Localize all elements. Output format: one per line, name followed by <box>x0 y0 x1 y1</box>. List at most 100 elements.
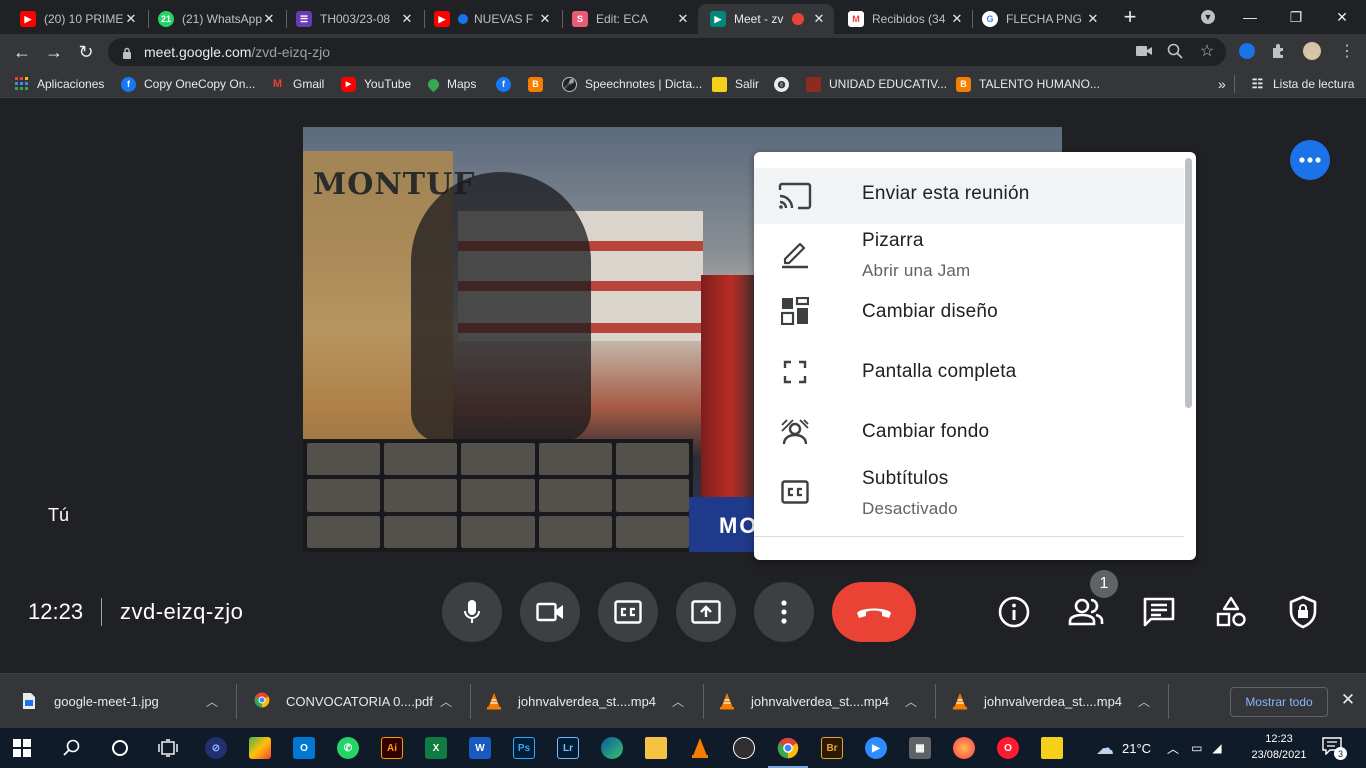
address-bar[interactable]: meet.google.com/zvd-eizq-zjo <box>108 38 1226 66</box>
taskbar-lightroom[interactable]: Lr <box>554 734 582 762</box>
taskbar-search[interactable] <box>58 734 86 762</box>
menu-item-change-layout[interactable]: Cambiar diseño <box>754 286 1184 338</box>
more-options-button[interactable] <box>754 582 814 642</box>
close-icon[interactable]: ✕ <box>538 11 552 27</box>
bookmark-globe[interactable]: ◍ <box>774 75 797 93</box>
close-icon[interactable]: ✕ <box>262 11 276 27</box>
leave-call-button[interactable] <box>832 582 916 642</box>
download-item[interactable]: CONVOCATORIA 0....pdf ︿ <box>254 674 464 728</box>
tab-youtube-1[interactable]: ▶ (20) 10 PRIME ✕ <box>8 4 146 34</box>
taskbar-obs[interactable] <box>730 734 758 762</box>
close-icon[interactable]: ✕ <box>1086 11 1100 27</box>
download-item[interactable]: johnvalverdea_st....mp4 ︿ <box>486 674 696 728</box>
tab-youtube-2[interactable]: ▶ NUEVAS F ✕ <box>422 4 560 34</box>
taskbar-firefox[interactable] <box>950 734 978 762</box>
taskbar-sticky-notes[interactable] <box>1038 734 1066 762</box>
bookmark-speechnotes[interactable]: 🎤 Speechnotes | Dicta... <box>562 75 702 93</box>
bookmark-blogger[interactable]: B <box>528 75 551 93</box>
taskbar-word[interactable]: W <box>466 734 494 762</box>
close-icon[interactable]: ✕ <box>676 11 690 27</box>
chevron-up-icon[interactable]: ︿ <box>206 693 218 710</box>
bookmark-star-icon[interactable]: ☆ <box>1198 42 1216 60</box>
cortana-button[interactable] <box>106 734 134 762</box>
microphone-button[interactable] <box>442 582 502 642</box>
close-window-button[interactable]: ✕ <box>1322 4 1362 30</box>
new-tab-button[interactable]: + <box>1110 4 1150 30</box>
taskbar-app[interactable]: ⊘ <box>202 734 230 762</box>
bookmark-unidad-educativa[interactable]: UNIDAD EDUCATIV... <box>806 75 947 93</box>
avatar[interactable] <box>1303 42 1321 60</box>
menu-dots-icon[interactable]: ⋮ <box>1338 42 1356 60</box>
taskbar-excel[interactable]: X <box>422 734 450 762</box>
menu-item-fullscreen[interactable]: Pantalla completa <box>754 346 1184 398</box>
camera-in-use-icon[interactable] <box>1135 42 1153 60</box>
taskbar-outlook[interactable]: O <box>290 734 318 762</box>
back-button[interactable]: ← <box>8 38 36 66</box>
extension-icon[interactable] <box>1238 42 1256 60</box>
task-view-button[interactable] <box>154 734 182 762</box>
bookmark-talento-humano[interactable]: B TALENTO HUMANO... <box>956 75 1100 93</box>
tab-meet[interactable]: ▶ Meet - zv ✕ <box>698 4 834 34</box>
close-icon[interactable]: ✕ <box>400 11 414 27</box>
download-item[interactable]: johnvalverdea_st....mp4 ︿ <box>952 674 1162 728</box>
tab-whatsapp[interactable]: 21 (21) WhatsApp ✕ <box>146 4 284 34</box>
weather-temperature[interactable]: 21°C <box>1122 741 1151 756</box>
bookmark-youtube[interactable]: ▶ YouTube <box>341 75 411 93</box>
tab-google[interactable]: G FLECHA PNG ✕ <box>970 4 1108 34</box>
taskbar-chrome[interactable] <box>768 734 808 768</box>
taskbar-whatsapp[interactable]: ✆ <box>334 734 362 762</box>
chevron-up-icon[interactable]: ︿ <box>905 693 917 710</box>
start-button[interactable] <box>8 734 36 762</box>
menu-item-cast[interactable]: Enviar esta reunión <box>754 168 1184 224</box>
tab-gmail[interactable]: M Recibidos (34 ✕ <box>836 4 972 34</box>
chevron-up-icon[interactable]: ︿ <box>1167 740 1179 757</box>
activities-button[interactable] <box>1213 594 1249 630</box>
wifi-icon[interactable]: ◢ <box>1212 741 1221 755</box>
menu-item-change-background[interactable]: Cambiar fondo <box>754 406 1184 458</box>
taskbar-opera[interactable]: O <box>994 734 1022 762</box>
puzzle-icon[interactable] <box>1270 42 1288 60</box>
taskbar-vlc[interactable] <box>686 734 714 762</box>
restore-button[interactable]: ❐ <box>1276 4 1316 30</box>
tab-forms[interactable]: ☰ TH003/23-08 ✕ <box>284 4 422 34</box>
camera-button[interactable] <box>520 582 580 642</box>
reading-list-button[interactable]: ☷ Lista de lectura <box>1250 75 1355 93</box>
taskbar-bridge[interactable]: Br <box>818 734 846 762</box>
minimize-button[interactable]: — <box>1230 4 1270 30</box>
close-icon[interactable]: ✕ <box>812 11 826 27</box>
bookmark-maps[interactable]: Maps <box>425 75 476 93</box>
taskbar-photoshop[interactable]: Ps <box>510 734 538 762</box>
chevron-up-icon[interactable]: ︿ <box>1138 693 1150 710</box>
menu-scrollbar[interactable] <box>1185 158 1192 408</box>
participants-button[interactable] <box>1068 594 1104 630</box>
reload-button[interactable]: ↻ <box>72 38 100 66</box>
battery-icon[interactable]: ▭ <box>1191 741 1202 755</box>
download-item[interactable]: johnvalverdea_st....mp4 ︿ <box>719 674 929 728</box>
taskbar-illustrator[interactable]: Ai <box>378 734 406 762</box>
tab-sway[interactable]: S Edit: ECA ✕ <box>560 4 698 34</box>
chevron-up-icon[interactable]: ︿ <box>440 693 452 710</box>
notification-center-button[interactable]: 3 <box>1322 737 1347 760</box>
bookmark-copy-onecopy[interactable]: f Copy OneCopy On... <box>121 75 255 93</box>
close-downloads-button[interactable]: ✕ <box>1338 690 1358 710</box>
present-screen-button[interactable] <box>676 582 736 642</box>
weather-cloud-icon[interactable]: ☁ <box>1096 738 1114 759</box>
close-icon[interactable]: ✕ <box>950 11 964 27</box>
taskbar-calculator[interactable]: ▦ <box>906 734 934 762</box>
tile-options-button[interactable] <box>1290 140 1330 180</box>
taskbar-bluestacks[interactable] <box>246 734 274 762</box>
zoom-icon[interactable] <box>1166 42 1184 60</box>
taskbar-edge[interactable] <box>598 734 626 762</box>
taskbar-clock[interactable]: 12:23 23/08/2021 <box>1248 731 1310 763</box>
bookmark-apps[interactable]: Aplicaciones <box>14 75 104 93</box>
bookmark-facebook[interactable]: f <box>496 75 519 93</box>
bookmark-salir[interactable]: Salir <box>712 75 759 93</box>
menu-item-whiteboard[interactable]: Pizarra Abrir una Jam <box>754 224 1184 286</box>
tab-search-icon[interactable]: ▼ <box>1188 4 1228 30</box>
taskbar-file-explorer[interactable] <box>642 734 670 762</box>
captions-button[interactable] <box>598 582 658 642</box>
download-item[interactable]: google-meet-1.jpg ︿ <box>22 674 232 728</box>
menu-item-captions[interactable]: Subtítulos Desactivado <box>754 458 1184 530</box>
close-icon[interactable]: ✕ <box>124 11 138 27</box>
forward-button[interactable]: → <box>40 38 68 66</box>
